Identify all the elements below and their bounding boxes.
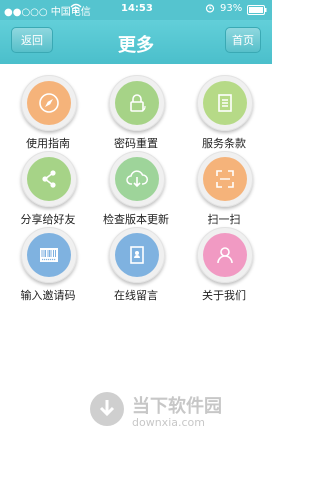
message-icon (115, 233, 159, 277)
menu-item-password-reset[interactable]: 密码重置 (91, 75, 181, 155)
menu-item-share[interactable]: 分享给好友 (3, 151, 93, 231)
menu-item-label: 关于我们 (202, 289, 246, 302)
menu-item-label: 服务条款 (202, 137, 246, 150)
menu-item-label: 扫一扫 (207, 213, 241, 226)
icon-ring (109, 75, 165, 131)
document-icon (203, 81, 247, 125)
menu-item-message[interactable]: 在线留言 (91, 227, 181, 307)
compass-icon (27, 81, 71, 125)
cloud-download-icon (115, 157, 159, 201)
menu-item-check-update[interactable]: 检查版本更新 (91, 151, 181, 231)
icon-ring (21, 151, 77, 207)
watermark-title: 当下软件园 (132, 396, 222, 417)
download-arrow-icon (90, 392, 124, 426)
watermark-url: downxia.com (132, 416, 205, 429)
nav-bar: 返回 更多 首页 (0, 20, 272, 64)
clock-time: 14:53 (121, 3, 153, 14)
scan-icon (203, 157, 247, 201)
menu-item-invite-code[interactable]: 输入邀请码 (3, 227, 93, 307)
menu-item-label: 密码重置 (114, 137, 158, 150)
menu-item-label: 检查版本更新 (103, 213, 169, 226)
icon-ring (109, 151, 165, 207)
icon-ring (21, 75, 77, 131)
icon-ring (109, 227, 165, 283)
home-button[interactable]: 首页 (225, 27, 261, 53)
menu-item-guide[interactable]: 使用指南 (3, 75, 93, 155)
icon-ring (197, 151, 253, 207)
battery-percent: 93% (220, 3, 243, 14)
menu-item-about[interactable]: 关于我们 (179, 227, 269, 307)
wifi-icon (70, 3, 82, 16)
icon-ring (21, 227, 77, 283)
menu-item-label: 在线留言 (114, 289, 158, 302)
share-icon (27, 157, 71, 201)
menu-item-label: 输入邀请码 (20, 289, 76, 302)
menu-item-label: 分享给好友 (20, 213, 76, 226)
menu-item-label: 使用指南 (26, 137, 70, 150)
lock-icon (115, 81, 159, 125)
barcode-icon (27, 233, 71, 277)
menu-item-terms[interactable]: 服务条款 (179, 75, 269, 155)
status-bar: ●●○○○ 中国电信 14:53 93% (0, 0, 272, 20)
person-icon (203, 233, 247, 277)
icon-ring (197, 75, 253, 131)
menu-item-scan[interactable]: 扫一扫 (179, 151, 269, 231)
alarm-icon (205, 3, 215, 16)
icon-ring (197, 227, 253, 283)
watermark: 当下软件园 downxia.com (90, 390, 270, 440)
battery-icon (247, 5, 267, 18)
